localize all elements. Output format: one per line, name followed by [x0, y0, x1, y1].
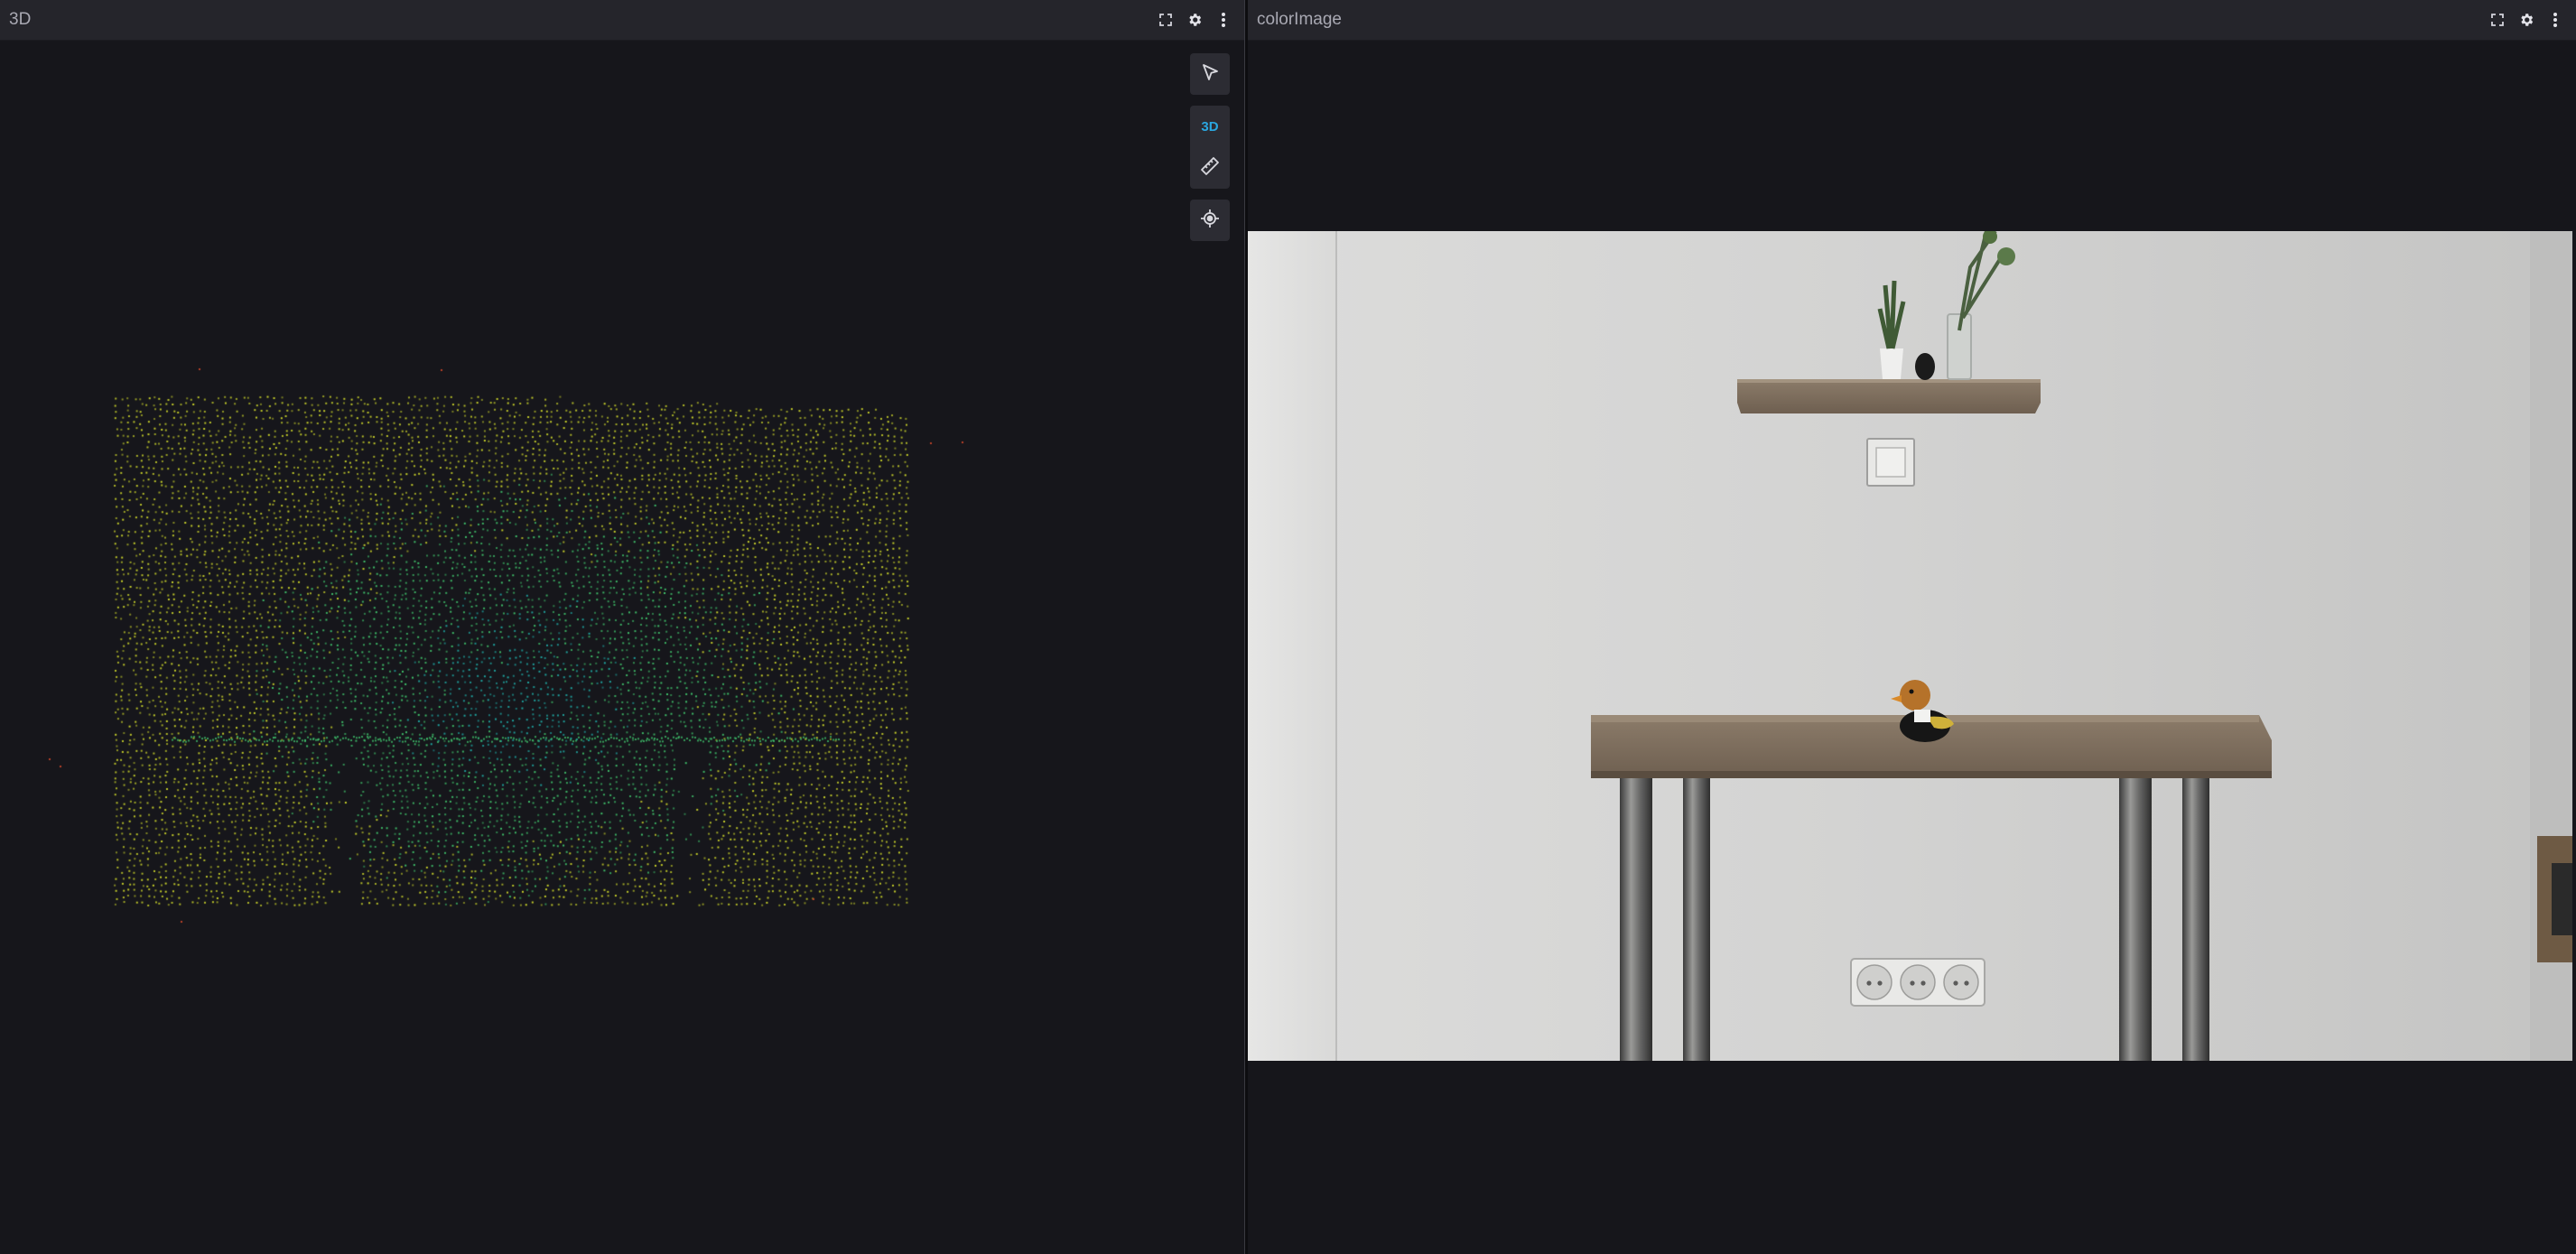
- follow-target-button[interactable]: [1190, 200, 1230, 241]
- gear-icon[interactable]: [1186, 12, 1203, 28]
- image-panel-header: colorImage: [1248, 0, 2576, 41]
- follow-tool-group: [1190, 200, 1230, 241]
- camera-image: [1248, 231, 2572, 1061]
- image-panel: colorImage: [1248, 0, 2576, 1254]
- toggle-3d-button[interactable]: 3D: [1190, 106, 1230, 147]
- target-icon: [1200, 209, 1220, 233]
- 3d-panel-header: 3D: [0, 0, 1244, 41]
- 3d-viewport[interactable]: 3D: [0, 41, 1244, 1254]
- select-tool-group: [1190, 53, 1230, 95]
- select-tool-button[interactable]: [1190, 53, 1230, 95]
- ruler-icon: [1199, 155, 1221, 181]
- more-vertical-icon[interactable]: [1215, 12, 1232, 28]
- measure-tool-button[interactable]: [1190, 147, 1230, 189]
- 3d-toolbar: 3D: [1190, 53, 1230, 241]
- image-panel-title: colorImage: [1257, 10, 1342, 29]
- color-image: [1248, 231, 2572, 1061]
- 3d-panel-title: 3D: [9, 10, 32, 29]
- more-vertical-icon[interactable]: [2547, 12, 2563, 28]
- view-tools-group: 3D: [1190, 106, 1230, 189]
- 3d-panel-header-actions: [1158, 12, 1244, 28]
- image-viewport[interactable]: [1248, 41, 2576, 1254]
- 3d-panel: 3D 3D: [0, 0, 1244, 1254]
- fullscreen-icon[interactable]: [2489, 12, 2506, 28]
- gear-icon[interactable]: [2518, 12, 2534, 28]
- 3d-mode-label: 3D: [1201, 118, 1219, 135]
- cursor-arrow-icon: [1200, 62, 1220, 87]
- fullscreen-icon[interactable]: [1158, 12, 1174, 28]
- point-cloud: [0, 41, 1244, 1254]
- image-panel-header-actions: [2489, 12, 2576, 28]
